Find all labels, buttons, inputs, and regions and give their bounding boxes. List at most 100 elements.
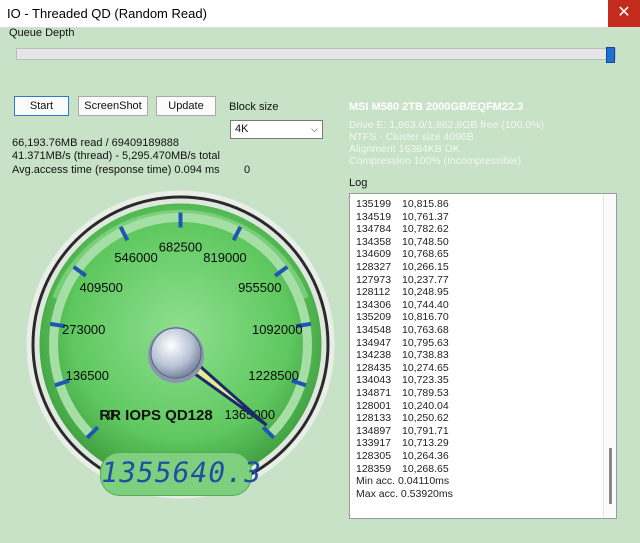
log-row-iops: 134358 — [356, 235, 392, 248]
log-row-iops: 134519 — [356, 210, 392, 223]
log-row: 128359 10,268.65 — [356, 463, 449, 475]
log-row-mbps: 10,789.53 — [402, 387, 449, 399]
block-size-select[interactable]: 4K ⌵ — [230, 120, 323, 139]
log-scrollbar-thumb[interactable] — [609, 448, 612, 504]
log-scrollbar[interactable] — [603, 194, 616, 518]
screenshot-button[interactable]: ScreenShot — [78, 96, 148, 116]
block-size-label: Block size — [229, 101, 279, 113]
log-row-iops: 128359 — [356, 462, 392, 475]
log-min-access: Min acc. 0.04110ms — [356, 475, 450, 488]
log-row-mbps: 10,250.62 — [402, 412, 449, 425]
log-row: 134043 10,723.35 — [356, 374, 449, 386]
log-row: 134238 10,738.83 — [356, 349, 449, 361]
log-row-mbps: 10,782.62 — [402, 223, 449, 236]
log-row: 135199 10,815.86 — [356, 198, 449, 210]
gauge-tick-label: 546000 — [114, 250, 157, 265]
drive-info-alignment: Alignment 16384KB OK — [349, 143, 460, 155]
log-row-mbps: 10,713.29 — [402, 437, 449, 450]
drive-info-free: Drive E: 1,863.0/1,862.8GB free (100.0%) — [349, 119, 544, 131]
close-button[interactable]: ✕ — [608, 0, 640, 27]
log-row-mbps: 10,761.37 — [402, 210, 449, 223]
log-row: 133917 10,713.29 — [356, 437, 449, 449]
log-row-mbps: 10,795.63 — [402, 336, 449, 349]
block-size-value: 4K — [235, 123, 249, 135]
log-row: 134609 10,768.65 — [356, 248, 449, 260]
log-row: 134784 10,782.62 — [356, 223, 449, 235]
log-list[interactable]: 135199 10,815.86 134519 10,761.37 134784 10,7… — [349, 193, 617, 519]
gauge-caption: RR IOPS QD128 — [99, 407, 212, 424]
log-row-mbps: 10,264.36 — [402, 450, 449, 462]
log-row: 127973 10,237.77 — [356, 274, 449, 286]
queue-depth-slider-thumb[interactable] — [606, 47, 615, 63]
log-row-iops: 128112 — [356, 286, 391, 299]
log-label: Log — [349, 177, 368, 189]
log-row-iops: 133917 — [356, 437, 392, 450]
log-row-mbps: 10,748.50 — [402, 235, 449, 248]
update-button[interactable]: Update — [156, 96, 216, 116]
log-row: 134897 10,791.71 — [356, 425, 449, 437]
log-row-iops: 134306 — [356, 298, 392, 311]
log-row-mbps: 10,723.35 — [402, 374, 449, 387]
log-row-mbps: 10,768.65 — [402, 248, 449, 261]
window-title: IO - Threaded QD (Random Read) — [7, 6, 207, 21]
log-row: 134947 10,795.63 — [356, 337, 449, 349]
log-row-iops: 134609 — [356, 248, 392, 261]
log-row: 128327 10,266.15 — [356, 261, 449, 273]
gauge-tick-label: 136500 — [66, 368, 109, 383]
log-row-mbps: 10,815.86 — [402, 198, 449, 210]
log-row-iops: 127973 — [356, 273, 392, 286]
log-row-mbps: 10,248.95 — [402, 286, 449, 299]
gauge-tick-label: 1228500 — [248, 368, 299, 383]
stats-access-time-line: Avg.access time (response time) 0.094 ms — [12, 164, 220, 176]
log-row: 128001 10,240.04 — [356, 400, 449, 412]
gauge-tick-label: 682500 — [159, 240, 202, 255]
log-row-iops: 134043 — [356, 374, 392, 387]
drive-name: MSI M580 2TB 2000GB/EQFM22.3 — [349, 101, 524, 113]
stats-access-time-extra: 0 — [244, 164, 251, 176]
log-row-iops: 134897 — [356, 424, 392, 437]
log-row-iops: 134784 — [356, 223, 392, 236]
gauge-tick-label: 409500 — [80, 280, 123, 295]
queue-depth-label: Queue Depth — [9, 27, 75, 39]
log-row: 134358 10,748.50 — [356, 236, 449, 248]
gauge-tick-label: 1092000 — [252, 322, 303, 337]
gauge-tick-label: 819000 — [203, 250, 246, 265]
log-max-access: Max acc. 0.53920ms — [356, 487, 453, 500]
queue-depth-slider[interactable] — [16, 48, 616, 60]
log-row-mbps: 10,274.65 — [402, 361, 449, 374]
start-button[interactable]: Start — [14, 96, 69, 116]
log-row: 128112 10,248.95 — [356, 286, 449, 298]
title-bar: IO - Threaded QD (Random Read) ✕ — [0, 0, 640, 28]
iops-readout-value: 1355640.3 — [98, 456, 265, 489]
log-row: 135209 10,816.70 — [356, 311, 449, 323]
log-row-iops: 135209 — [356, 311, 392, 324]
close-icon: ✕ — [617, 4, 631, 21]
log-row-mbps: 10,791.71 — [402, 424, 449, 437]
log-row-iops: 134947 — [356, 336, 392, 349]
log-row-mbps: 10,744.40 — [402, 298, 449, 311]
chevron-down-icon: ⌵ — [311, 124, 318, 134]
iops-readout: 1355640.3 — [98, 452, 265, 496]
log-row: 134548 10,763.68 — [356, 324, 449, 336]
log-row-iops: 135199 — [356, 198, 392, 210]
gauge-tick-label: 955500 — [238, 280, 281, 295]
log-row-mbps: 10,816.70 — [402, 311, 449, 324]
log-row: 134519 10,761.37 — [356, 211, 449, 223]
log-row: 128133 10,250.62 — [356, 412, 449, 424]
log-row-mbps: 10,237.77 — [402, 273, 449, 286]
log-row-mbps: 10,240.04 — [402, 399, 449, 412]
log-row-iops: 128327 — [356, 261, 392, 273]
log-row-mbps: 10,266.15 — [402, 261, 449, 273]
log-row-iops: 128305 — [356, 450, 392, 462]
log-row-mbps: 10,763.68 — [402, 324, 449, 336]
log-row-iops: 134871 — [356, 387, 392, 399]
log-row: 134306 10,744.40 — [356, 299, 449, 311]
log-row-mbps: 10,738.83 — [402, 349, 449, 362]
log-row: 128435 10,274.65 — [356, 362, 449, 374]
log-row-iops: 128435 — [356, 361, 392, 374]
drive-info-compression: Compression 100% (Incompressible) — [349, 155, 522, 167]
gauge-hub — [150, 327, 202, 379]
log-row-iops: 128001 — [356, 399, 392, 412]
log-row-mbps: 10,268.65 — [402, 462, 449, 475]
log-row: 128305 10,264.36 — [356, 450, 449, 462]
